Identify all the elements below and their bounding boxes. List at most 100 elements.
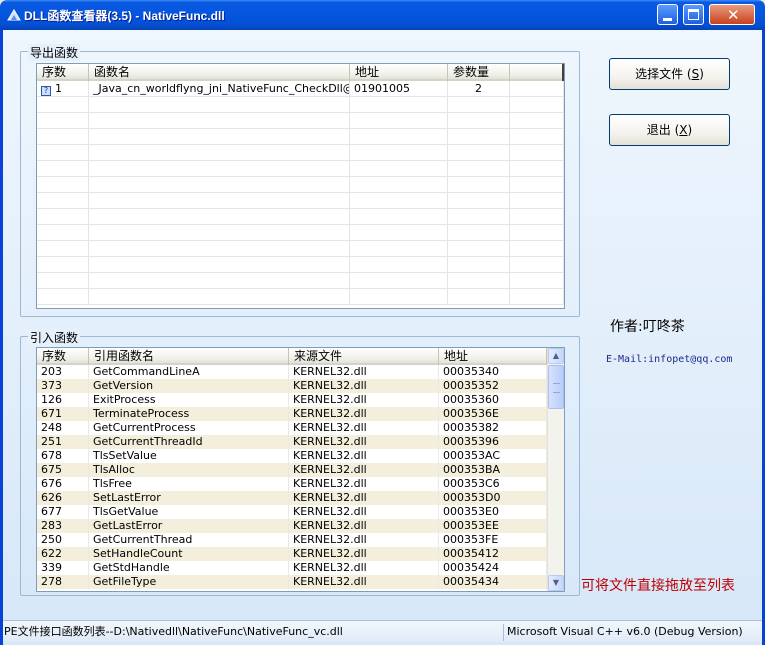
exports-col-name[interactable]: 函数名 — [89, 64, 350, 81]
table-row[interactable]: 339 GetStdHandle KERNEL32.dll 00035424 — [37, 561, 547, 575]
table-row[interactable]: 622 SetHandleCount KERNEL32.dll 00035412 — [37, 547, 547, 561]
import-ordinal-cell: 251 — [37, 435, 89, 449]
scroll-thumb[interactable] — [548, 365, 564, 409]
scroll-up-button[interactable]: ▲ — [548, 348, 564, 364]
empty-cell — [37, 113, 89, 129]
imports-group-label: 引入函数 — [28, 329, 81, 346]
empty-cell — [350, 113, 448, 129]
imports-list-header: 序数 引用函数名 来源文件 地址 — [37, 348, 547, 365]
empty-cell — [89, 225, 350, 241]
empty-cell — [89, 209, 350, 225]
empty-cell — [350, 129, 448, 145]
import-source-cell: KERNEL32.dll — [289, 505, 439, 519]
table-row[interactable]: 626 SetLastError KERNEL32.dll 000353D0 — [37, 491, 547, 505]
table-row-empty — [37, 257, 564, 273]
export-name-cell: _Java_cn_worldflyng_jni_NativeFunc_Check… — [89, 81, 350, 97]
imports-col-source[interactable]: 来源文件 — [289, 348, 439, 365]
empty-cell — [510, 193, 564, 209]
table-row-empty — [37, 193, 564, 209]
empty-cell — [350, 177, 448, 193]
export-ordinal: 1 — [55, 82, 62, 95]
status-path: PE文件接口函数列表--D:\Nativedll\NativeFunc\Nati… — [4, 625, 343, 638]
empty-cell — [37, 257, 89, 273]
table-row[interactable]: 671 TerminateProcess KERNEL32.dll 0003536E — [37, 407, 547, 421]
table-row[interactable]: ? 1 _Java_cn_worldflyng_jni_NativeFunc_Ch… — [37, 81, 564, 97]
import-address-cell: 00035340 — [439, 365, 547, 379]
table-row[interactable]: 675 TlsAlloc KERNEL32.dll 000353BA — [37, 463, 547, 477]
empty-cell — [510, 177, 564, 193]
empty-cell — [448, 289, 510, 305]
import-ordinal-cell: 675 — [37, 463, 89, 477]
empty-cell — [350, 97, 448, 113]
import-name-cell: GetVersion — [89, 379, 289, 393]
minimize-button[interactable] — [657, 4, 678, 25]
empty-cell — [37, 129, 89, 145]
empty-cell — [350, 257, 448, 273]
import-name-cell: ExitProcess — [89, 393, 289, 407]
select-file-label: 选择文件 ( — [635, 67, 692, 81]
empty-cell — [89, 273, 350, 289]
empty-cell — [510, 241, 564, 257]
import-name-cell: GetLastError — [89, 519, 289, 533]
table-row[interactable]: 203 GetCommandLineA KERNEL32.dll 00035340 — [37, 365, 547, 379]
import-address-cell: 000353FE — [439, 533, 547, 547]
empty-cell — [350, 145, 448, 161]
imports-col-address[interactable]: 地址 — [439, 348, 547, 365]
title-bar[interactable]: DLL函数查看器(3.5) - NativeFunc.dll ✕ — [0, 0, 765, 30]
empty-cell — [37, 241, 89, 257]
table-row[interactable]: 126 ExitProcess KERNEL32.dll 00035360 — [37, 393, 547, 407]
import-ordinal-cell: 283 — [37, 519, 89, 533]
table-row[interactable]: 278 GetFileType KERNEL32.dll 00035434 — [37, 575, 547, 589]
table-row[interactable]: 248 GetCurrentProcess KERNEL32.dll 00035382 — [37, 421, 547, 435]
exports-list-body: ? 1 _Java_cn_worldflyng_jni_NativeFunc_Ch… — [37, 81, 564, 305]
import-name-cell: GetCurrentProcess — [89, 421, 289, 435]
import-source-cell: KERNEL32.dll — [289, 449, 439, 463]
import-address-cell: 0003536E — [439, 407, 547, 421]
empty-cell — [510, 209, 564, 225]
import-source-cell: KERNEL32.dll — [289, 491, 439, 505]
table-row[interactable]: 251 GetCurrentThreadId KERNEL32.dll 0003539… — [37, 435, 547, 449]
import-address-cell: 00035434 — [439, 575, 547, 589]
import-source-cell: KERNEL32.dll — [289, 393, 439, 407]
import-ordinal-cell: 126 — [37, 393, 89, 407]
import-name-cell: TlsSetValue — [89, 449, 289, 463]
empty-cell — [89, 97, 350, 113]
exports-col-params[interactable]: 参数量 — [448, 64, 510, 81]
exit-button[interactable]: 退出 (X) — [609, 114, 730, 146]
empty-cell — [448, 145, 510, 161]
table-row[interactable]: 676 TlsFree KERNEL32.dll 000353C6 — [37, 477, 547, 491]
imports-scrollbar[interactable]: ▲ ▼ — [547, 348, 564, 591]
exports-col-ordinal[interactable]: 序数 — [37, 64, 89, 81]
export-params-cell: 2 — [448, 81, 510, 97]
import-source-cell: KERNEL32.dll — [289, 519, 439, 533]
empty-cell — [448, 257, 510, 273]
export-function-icon: ? — [41, 86, 51, 96]
imports-col-ordinal[interactable]: 序数 — [37, 348, 89, 365]
empty-cell — [350, 273, 448, 289]
table-row[interactable]: 250 GetCurrentThread KERNEL32.dll 000353FE — [37, 533, 547, 547]
table-row[interactable]: 283 GetLastError KERNEL32.dll 000353EE — [37, 519, 547, 533]
import-address-cell: 00035382 — [439, 421, 547, 435]
table-row[interactable]: 373 GetVersion KERNEL32.dll 00035352 — [37, 379, 547, 393]
exports-col-address[interactable]: 地址 — [350, 64, 448, 81]
client-area: 导出函数 序数 函数名 地址 参数量 ? 1 _Java_cn_worldflyn… — [0, 30, 765, 645]
close-button[interactable]: ✕ — [709, 4, 755, 25]
import-ordinal-cell: 373 — [37, 379, 89, 393]
table-row[interactable]: 677 TlsGetValue KERNEL32.dll 000353E0 — [37, 505, 547, 519]
empty-cell — [37, 161, 89, 177]
import-name-cell: GetCommandLineA — [89, 365, 289, 379]
select-file-button[interactable]: 选择文件 (S) — [609, 58, 730, 90]
import-address-cell: 000353C6 — [439, 477, 547, 491]
import-source-cell: KERNEL32.dll — [289, 463, 439, 477]
table-row[interactable]: 678 TlsSetValue KERNEL32.dll 000353AC — [37, 449, 547, 463]
empty-cell — [350, 209, 448, 225]
scroll-down-arrow-icon: ▼ — [552, 578, 560, 587]
empty-cell — [448, 177, 510, 193]
imports-list[interactable]: 序数 引用函数名 来源文件 地址 203 GetCommandLineA KERNE… — [36, 347, 565, 592]
exports-list[interactable]: 序数 函数名 地址 参数量 ? 1 _Java_cn_worldflyng_jni… — [36, 63, 565, 309]
scroll-down-button[interactable]: ▼ — [548, 575, 564, 591]
maximize-button[interactable] — [683, 4, 704, 25]
empty-cell — [89, 161, 350, 177]
empty-cell — [350, 241, 448, 257]
imports-col-name[interactable]: 引用函数名 — [89, 348, 289, 365]
